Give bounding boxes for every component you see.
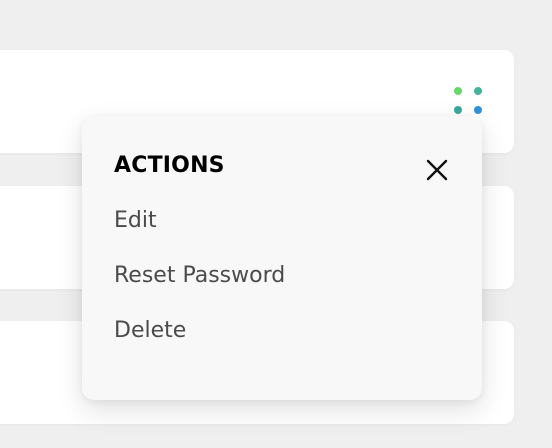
actions-menu-title: ACTIONS <box>114 153 225 178</box>
dots-grid-button[interactable] <box>454 87 486 117</box>
reset-password-menu-item[interactable]: Reset Password <box>114 263 285 289</box>
app-stage: ACTIONS Edit Reset Password Delete <box>0 0 552 448</box>
dots-grid-icon <box>474 87 482 95</box>
dots-grid-icon <box>454 87 462 95</box>
dots-grid-icon <box>474 106 482 114</box>
close-button[interactable] <box>420 153 454 187</box>
delete-menu-item[interactable]: Delete <box>114 318 186 344</box>
edit-menu-item[interactable]: Edit <box>114 208 157 234</box>
dots-grid-icon <box>454 106 462 114</box>
close-icon <box>426 159 448 181</box>
actions-menu: ACTIONS Edit Reset Password Delete <box>82 116 482 400</box>
